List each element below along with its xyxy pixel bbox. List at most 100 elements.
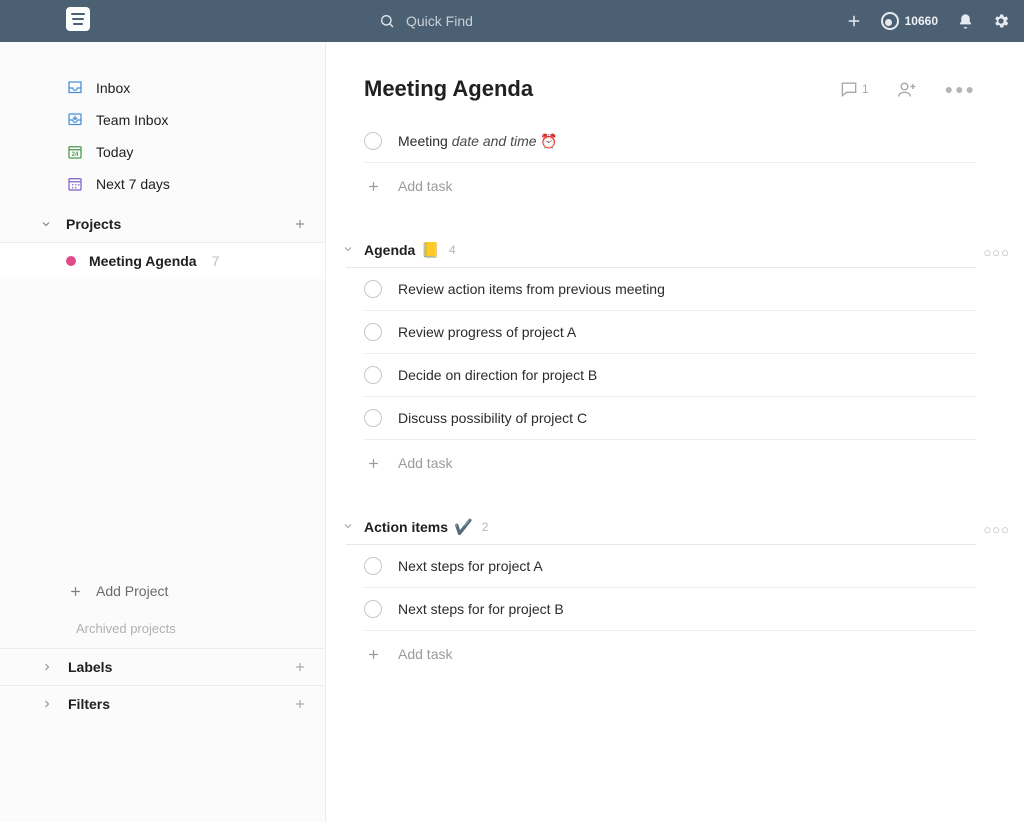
sidebar-section-labels[interactable]: Labels (0, 649, 326, 686)
quick-add-icon[interactable] (845, 12, 863, 30)
task-title: Discuss possibility of project C (398, 410, 587, 426)
project-name: Meeting Agenda (89, 253, 197, 269)
task-title: Next steps for project A (398, 558, 543, 574)
main-content: Meeting Agenda 1 ●●● Meeting date and ti… (326, 42, 1024, 822)
task-checkbox[interactable] (364, 280, 382, 298)
task-checkbox[interactable] (364, 366, 382, 384)
add-task-button[interactable]: Add task (364, 631, 976, 663)
task-row[interactable]: Discuss possibility of project C (364, 397, 976, 440)
task-row[interactable]: Review progress of project A (364, 311, 976, 354)
project-color-dot (66, 256, 76, 266)
section-header[interactable]: Action items✔️2○○○ (346, 518, 976, 545)
more-menu-button[interactable]: ●●● (945, 81, 976, 97)
task-checkbox[interactable] (364, 557, 382, 575)
app-logo[interactable] (66, 7, 90, 31)
karma-points: 10660 (905, 14, 938, 28)
section-title: Action items (364, 519, 448, 535)
section-count: 4 (449, 243, 456, 257)
section-emoji: 📒 (421, 241, 440, 259)
labels-label: Labels (68, 659, 112, 675)
task-row[interactable]: Next steps for project A (364, 545, 976, 588)
archived-projects-label[interactable]: Archived projects (0, 609, 326, 649)
section-emoji: ✔️ (454, 518, 473, 536)
add-filter-icon[interactable] (292, 696, 308, 712)
add-project-button[interactable]: Add Project (0, 573, 326, 609)
add-task-label: Add task (398, 455, 452, 471)
add-task-label: Add task (398, 178, 452, 194)
comments-button[interactable]: 1 (839, 79, 869, 99)
add-project-label: Add Project (96, 583, 168, 599)
task-row[interactable]: Decide on direction for project B (364, 354, 976, 397)
page-header-actions: 1 ●●● (839, 79, 976, 99)
sidebar-label: Today (96, 144, 133, 160)
add-project-inline-icon[interactable] (292, 216, 308, 232)
chevron-down-icon[interactable] (342, 243, 354, 255)
chevron-down-icon[interactable] (342, 520, 354, 532)
top-right-controls: 10660 (845, 12, 1010, 30)
comment-count: 1 (862, 82, 869, 96)
section-agenda: Agenda📒4○○○Review action items from prev… (364, 241, 976, 472)
task-checkbox[interactable] (364, 132, 382, 150)
add-label-icon[interactable] (292, 659, 308, 675)
settings-icon[interactable] (992, 12, 1010, 30)
sidebar: Inbox Team Inbox 24 Today Next 7 days (0, 42, 326, 822)
chevron-right-icon (38, 695, 56, 713)
section-more-icon[interactable]: ○○○ (983, 522, 1010, 537)
top-bar: 10660 (0, 0, 1024, 42)
sidebar-project-meeting-agenda[interactable]: Meeting Agenda 7 (0, 243, 326, 279)
section-more-icon[interactable]: ○○○ (983, 245, 1010, 260)
section-top: Meeting date and time ⏰ Add task (364, 120, 976, 195)
sidebar-label: Team Inbox (96, 112, 168, 128)
page-title: Meeting Agenda (364, 76, 533, 102)
sidebar-section-filters[interactable]: Filters (0, 686, 326, 722)
task-title: Meeting date and time ⏰ (398, 133, 558, 150)
task-title: Review action items from previous meetin… (398, 281, 665, 297)
plus-icon (364, 645, 382, 663)
section-title: Agenda (364, 242, 415, 258)
plus-icon (364, 454, 382, 472)
search-icon (378, 12, 396, 30)
sidebar-label: Inbox (96, 80, 130, 96)
karma-icon (881, 12, 899, 30)
inbox-icon (66, 79, 84, 97)
section-action: Action items✔️2○○○Next steps for project… (364, 518, 976, 663)
task-row[interactable]: Next steps for for project B (364, 588, 976, 631)
app-body: Inbox Team Inbox 24 Today Next 7 days (0, 42, 1024, 822)
search-input[interactable] (406, 13, 606, 29)
quick-find[interactable] (378, 12, 606, 30)
sidebar-section-projects[interactable]: Projects (0, 206, 326, 243)
plus-icon (66, 582, 84, 600)
add-task-label: Add task (398, 646, 452, 662)
sidebar-item-today[interactable]: 24 Today (0, 136, 326, 168)
add-task-button[interactable]: Add task (364, 163, 976, 195)
svg-text:24: 24 (72, 152, 79, 158)
plus-icon (364, 177, 382, 195)
task-checkbox[interactable] (364, 409, 382, 427)
task-checkbox[interactable] (364, 323, 382, 341)
share-button[interactable] (897, 79, 917, 99)
filters-label: Filters (68, 696, 110, 712)
sidebar-label: Next 7 days (96, 176, 170, 192)
task-row[interactable]: Review action items from previous meetin… (364, 268, 976, 311)
task-title: Next steps for for project B (398, 601, 564, 617)
section-header[interactable]: Agenda📒4○○○ (346, 241, 976, 268)
section-count: 2 (482, 520, 489, 534)
page-header: Meeting Agenda 1 ●●● (364, 76, 976, 102)
today-icon: 24 (66, 143, 84, 161)
calendar-icon (66, 175, 84, 193)
notifications-icon[interactable] (956, 12, 974, 30)
sidebar-item-inbox[interactable]: Inbox (0, 72, 326, 104)
sidebar-item-next7days[interactable]: Next 7 days (0, 168, 326, 200)
karma-button[interactable]: 10660 (881, 12, 938, 30)
chevron-down-icon (38, 216, 54, 232)
sidebar-nav: Inbox Team Inbox 24 Today Next 7 days (0, 72, 326, 206)
sidebar-item-team-inbox[interactable]: Team Inbox (0, 104, 326, 136)
add-task-button[interactable]: Add task (364, 440, 976, 472)
task-checkbox[interactable] (364, 600, 382, 618)
task-title: Decide on direction for project B (398, 367, 597, 383)
team-inbox-icon (66, 111, 84, 129)
section-label: Projects (66, 216, 121, 232)
task-title: Review progress of project A (398, 324, 576, 340)
project-count: 7 (212, 253, 220, 269)
task-row[interactable]: Meeting date and time ⏰ (364, 120, 976, 163)
